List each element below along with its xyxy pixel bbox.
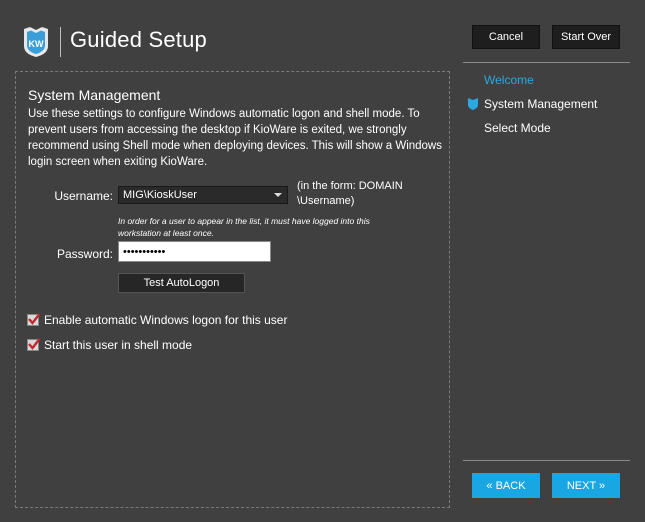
enable-autologon-checkbox[interactable] <box>27 313 41 326</box>
section-title: System Management <box>28 87 161 103</box>
back-button[interactable]: « BACK <box>472 473 540 498</box>
step-system-management[interactable]: System Management <box>468 96 597 120</box>
password-label: Password: <box>56 247 113 261</box>
section-description: Use these settings to configure Windows … <box>28 108 442 168</box>
username-label: Username: <box>54 189 113 203</box>
step-label: System Management <box>484 97 598 111</box>
step-label: Welcome <box>484 73 534 87</box>
title-divider <box>60 27 61 57</box>
page-title: Guided Setup <box>70 27 207 52</box>
checkmark-icon <box>28 338 41 350</box>
enable-autologon-option[interactable]: Enable automatic Windows logon for this … <box>27 313 287 327</box>
chevron-down-icon <box>274 193 282 197</box>
checkmark-icon <box>28 313 41 325</box>
shell-mode-label: Start this user in shell mode <box>44 338 193 352</box>
step-welcome[interactable]: Welcome <box>468 72 597 96</box>
shell-mode-checkbox[interactable] <box>27 338 41 351</box>
step-select-mode[interactable]: Select Mode <box>468 120 597 144</box>
shell-mode-option[interactable]: Start this user in shell mode <box>27 338 192 352</box>
username-format-hint: (in the form: DOMAIN \Username) <box>297 180 403 207</box>
test-autologon-button[interactable]: Test AutoLogon <box>118 273 245 293</box>
enable-autologon-label: Enable automatic Windows logon for this … <box>44 313 288 327</box>
username-note: In order for a user to appear in the lis… <box>118 216 370 238</box>
password-field[interactable] <box>118 241 271 262</box>
username-value: MIG\KioskUser <box>123 189 197 201</box>
username-select[interactable]: MIG\KioskUser <box>118 186 288 204</box>
top-divider <box>463 62 630 63</box>
next-button[interactable]: NEXT » <box>552 473 620 498</box>
current-step-marker-icon <box>468 98 478 114</box>
bottom-divider <box>463 460 630 461</box>
logo-text: KW <box>29 39 44 49</box>
kioware-logo: KW <box>22 26 50 58</box>
cancel-button[interactable]: Cancel <box>472 25 540 49</box>
steps-list: Welcome System Management Select Mode <box>468 72 597 144</box>
start-over-button[interactable]: Start Over <box>552 25 620 49</box>
step-label: Select Mode <box>484 121 551 135</box>
